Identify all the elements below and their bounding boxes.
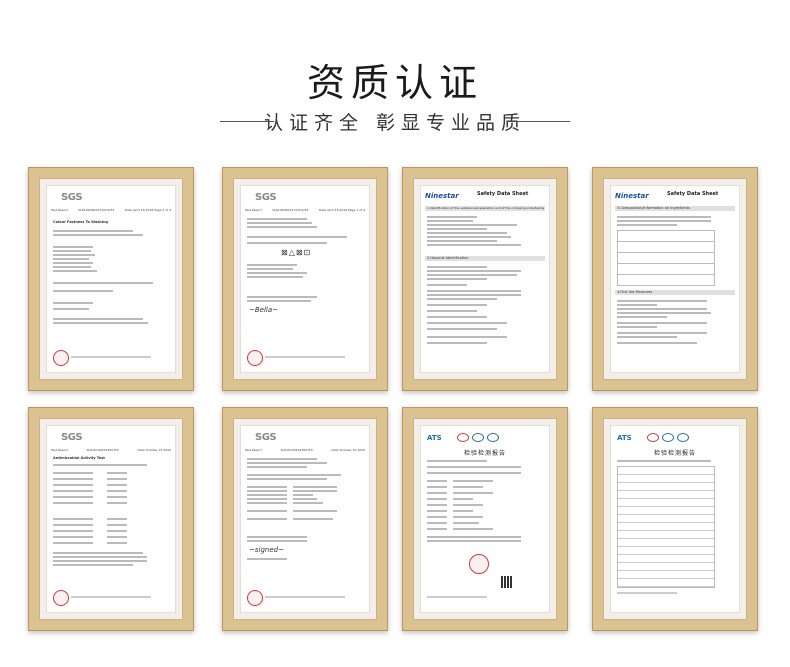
certificate-frame-2[interactable]: SGS Test Report SL6106090247/0072/F4 Date … — [222, 167, 388, 391]
certificate-paper: ATS 检验检测报告 — [420, 425, 550, 613]
certificate-frame-8[interactable]: ATS 检验检测报告 — [592, 407, 758, 631]
certificate-frame-5[interactable]: SGS Test Report SL6101002023601F4 Date Oct… — [28, 407, 194, 631]
certificate-paper: SGS Test Report SL6101002023601F4 Date Oct… — [46, 425, 176, 613]
page-title: 资质认证 — [306, 61, 483, 105]
sgs-logo: SGS — [255, 192, 277, 203]
sgs-logo: SGS — [61, 432, 83, 443]
signature-icon: ~Bella~ — [249, 306, 279, 314]
composition-table — [617, 230, 715, 286]
signature-icon: ~signed~ — [249, 546, 284, 554]
section-heading: Antimicrobial Activity Test — [53, 456, 105, 460]
accreditation-icons — [647, 433, 689, 442]
accreditation-icons — [457, 433, 499, 442]
subtitle-right-divider — [516, 121, 570, 122]
certificate-frame-6[interactable]: SGS Test Report SL6101002023601F4 Date Oct… — [222, 407, 388, 631]
certificate-paper: Ninestar Safety Data Sheet 1.Identificat… — [420, 185, 550, 373]
section-heading: Colour Fastness To Washing — [53, 220, 108, 224]
seal-icon — [53, 350, 69, 366]
qr-code-icon — [501, 576, 513, 588]
sgs-logo: SGS — [255, 432, 277, 443]
certificate-frame-3[interactable]: Ninestar Safety Data Sheet 1.Identificat… — [402, 167, 568, 391]
seal-icon — [53, 590, 69, 606]
test-results-table — [617, 466, 715, 588]
seal-icon — [247, 350, 263, 366]
report-title: 检验检测报告 — [653, 450, 696, 457]
certificate-paper: Ninestar Safety Data Sheet 3.Composition… — [610, 185, 740, 373]
certificate-frame-7[interactable]: ATS 检验检测报告 — [402, 407, 568, 631]
page-subtitle: 认证齐全 彰显专业品质 — [263, 112, 527, 134]
certificate-paper: SGS Test Report SL6101002023601F4 Date Oct… — [240, 425, 370, 613]
report-title: 检验检测报告 — [463, 450, 506, 457]
certificate-paper: ATS 检验检测报告 — [610, 425, 740, 613]
ninestar-logo: Ninestar — [615, 192, 649, 200]
sgs-logo: SGS — [61, 192, 83, 203]
ats-logo: ATS — [617, 434, 632, 442]
ninestar-logo: Ninestar — [425, 192, 459, 200]
ats-logo: ATS — [427, 434, 442, 442]
certificate-paper: SGS Test Report SL6106090247/0072/F4 Date … — [240, 185, 370, 373]
certificate-frame-4[interactable]: Ninestar Safety Data Sheet 3.Composition… — [592, 167, 758, 391]
seal-icon — [247, 590, 263, 606]
care-label-icons: ⊠△⊠⊡ — [281, 248, 312, 257]
certificate-paper: SGS Test Report SL6106090247/0072/F4 Date … — [46, 185, 176, 373]
certificate-frame-1[interactable]: SGS Test Report SL6106090247/0072/F4 Date … — [28, 167, 194, 391]
seal-icon — [469, 554, 489, 574]
